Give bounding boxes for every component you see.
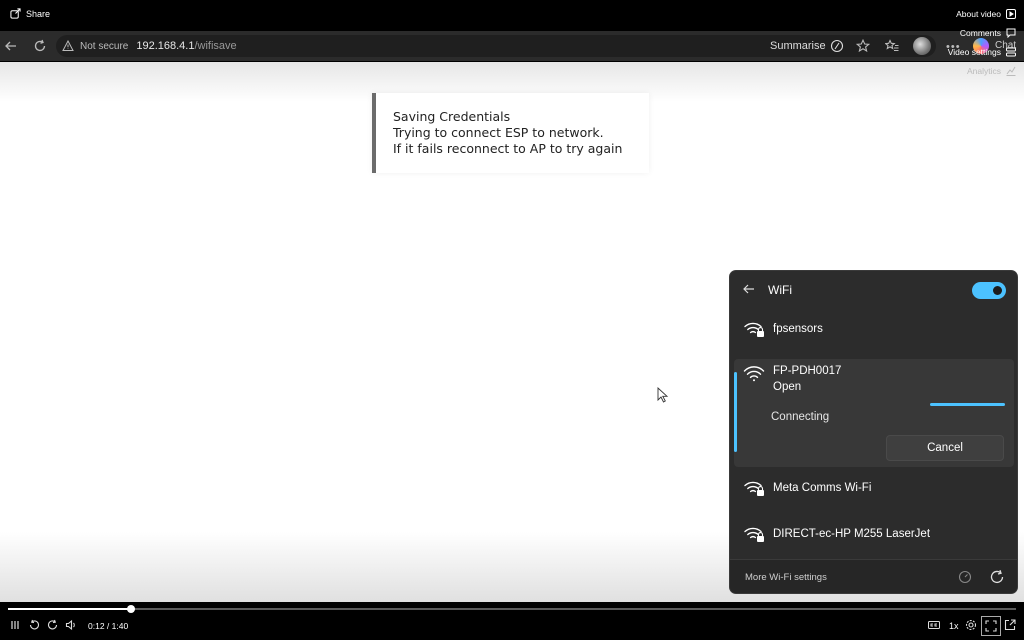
wifi-flyout: WiFi fpsensors FP-PDH0017 Open Connectin…: [729, 270, 1018, 594]
credentials-message: Saving Credentials Trying to connect ESP…: [372, 93, 649, 173]
about-video-label: About video: [956, 9, 1001, 19]
network-item-direct-hp[interactable]: DIRECT-ec-HP M255 LaserJet: [734, 514, 1014, 554]
favorites-list-icon: [885, 39, 899, 52]
video-controls: 0:12 / 1:40 1x: [0, 602, 1024, 640]
star-icon: [856, 39, 870, 53]
wifi-lock-icon: [744, 527, 764, 542]
wifi-toggle[interactable]: [972, 282, 1006, 299]
summarise-icon: [830, 39, 843, 53]
wifi-lock-icon: [744, 481, 764, 496]
cancel-button[interactable]: Cancel: [886, 435, 1004, 461]
player-top-bar: Share: [0, 0, 1024, 30]
popout-icon[interactable]: [1004, 619, 1016, 631]
summarise-button[interactable]: Summarise: [770, 39, 844, 53]
network-security-status: Open: [773, 381, 802, 393]
share-icon: [10, 8, 21, 19]
summarise-label: Summarise: [770, 40, 826, 52]
video-settings-button[interactable]: Video settings: [948, 46, 1016, 58]
rewind-icon[interactable]: [28, 619, 40, 631]
gear-icon[interactable]: [965, 619, 977, 631]
time-display: 0:12 / 1:40: [88, 621, 129, 631]
toggle-knob: [993, 286, 1002, 295]
selection-accent: [734, 372, 737, 452]
seek-bar[interactable]: [8, 605, 1016, 613]
fullscreen-button[interactable]: [981, 616, 1001, 636]
network-item-fpsensors[interactable]: fpsensors: [734, 309, 1014, 349]
back-button[interactable]: [4, 39, 18, 53]
network-item-active[interactable]: FP-PDH0017 Open Connecting Cancel: [734, 359, 1014, 467]
comment-icon: [1006, 28, 1016, 38]
network-item-meta-comms[interactable]: Meta Comms Wi-Fi: [734, 468, 1014, 508]
video-settings-label: Video settings: [947, 47, 1001, 57]
favorite-button[interactable]: [856, 39, 870, 53]
wifi-icon: [743, 366, 765, 382]
network-name: FP-PDH0017: [773, 365, 842, 377]
arrow-left-icon: [5, 41, 16, 51]
wifi-header: WiFi: [730, 271, 1017, 309]
analytics-label: Analytics: [966, 66, 1001, 76]
about-video-button[interactable]: About video: [956, 8, 1016, 20]
url-host: 192.168.4.1: [136, 40, 195, 52]
forward-icon[interactable]: [47, 619, 59, 631]
playback-speed[interactable]: 1x: [949, 621, 959, 631]
wifi-title: WiFi: [768, 283, 792, 297]
player-side-menu: About video Comments Video settings Anal…: [948, 8, 1016, 77]
reload-icon: [34, 39, 46, 52]
not-secure-label: Not secure: [80, 40, 129, 52]
screen: Share About video Comments Video setting…: [0, 0, 1024, 640]
share-label: Share: [26, 8, 51, 19]
browser-toolbar: Not secure 192.168.4.1 /wifisave Summari…: [0, 31, 1024, 61]
seek-thumb[interactable]: [126, 605, 135, 613]
captions-icon[interactable]: [928, 619, 940, 631]
back-arrow-icon[interactable]: [742, 282, 756, 296]
comments-label: Comments: [959, 28, 1001, 38]
more-wifi-settings-link[interactable]: More Wi-Fi settings: [745, 572, 827, 583]
seek-bar-fill: [8, 608, 131, 610]
fullscreen-icon: [985, 620, 997, 632]
refresh-icon[interactable]: [989, 569, 1005, 585]
mouse-pointer-icon: [657, 387, 669, 403]
network-name: Meta Comms Wi-Fi: [773, 482, 872, 494]
connecting-progress-bar: [930, 403, 1005, 406]
analytics-icon: [1006, 66, 1016, 76]
network-name: DIRECT-ec-HP M255 LaserJet: [773, 528, 931, 540]
comments-button[interactable]: Comments: [960, 27, 1016, 39]
message-line-2: Trying to connect ESP to network.: [393, 125, 604, 140]
volume-icon[interactable]: [65, 619, 77, 631]
warning-triangle-icon: [62, 40, 74, 51]
favorites-button[interactable]: [885, 39, 899, 53]
wifi-lock-icon: [744, 322, 764, 337]
gauge-icon[interactable]: [958, 570, 972, 584]
pause-icon[interactable]: [9, 619, 21, 631]
share-button[interactable]: Share: [10, 8, 50, 19]
play-box-icon: [1006, 9, 1016, 19]
connection-state: Connecting: [771, 411, 830, 423]
url-path: /wifisave: [194, 40, 237, 52]
wifi-footer: More Wi-Fi settings: [730, 559, 1017, 593]
message-line-1: Saving Credentials: [393, 109, 511, 124]
message-line-3: If it fails reconnect to AP to try again: [393, 141, 623, 156]
profile-avatar[interactable]: [913, 37, 931, 55]
analytics-button[interactable]: Analytics: [967, 65, 1016, 77]
settings-sliders-icon: [1006, 47, 1016, 57]
network-name: fpsensors: [773, 323, 823, 335]
reload-button[interactable]: [33, 39, 47, 53]
